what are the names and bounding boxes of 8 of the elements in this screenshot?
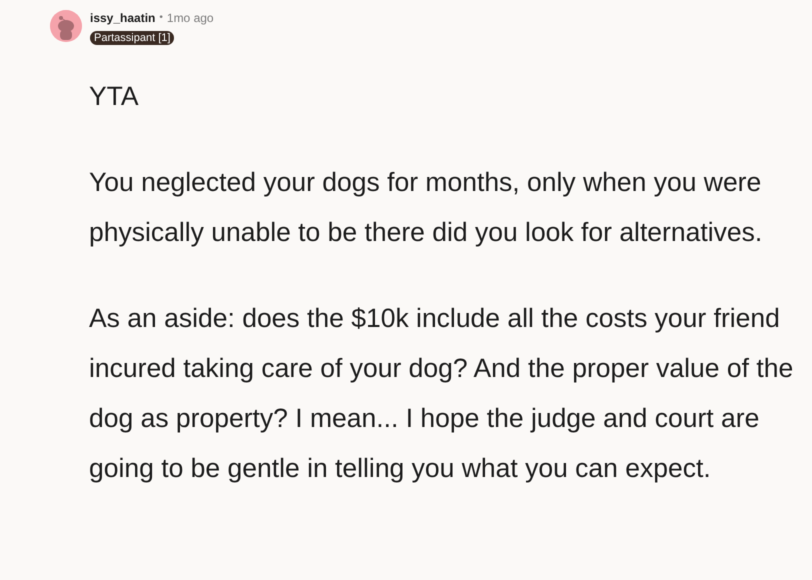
separator: • (159, 11, 163, 25)
user-flair: Partassipant [1] (90, 31, 174, 45)
comment-paragraph: As an aside: does the $10k include all the costs your friend incured taking care of your dog? And the proper value of the dog as property? I mean... I hope the judge and court are going to be gentle in telling you what you can expect. (89, 302, 794, 485)
timestamp: 1mo ago (166, 11, 214, 25)
avatar-icon[interactable] (50, 10, 82, 42)
comment-paragraph: You neglected your dogs for months, only when you were physically unable to be there did you look for alternatives. (89, 166, 764, 249)
username[interactable]: issy_haatin (90, 11, 156, 25)
comment-paragraph: YTA (89, 80, 140, 113)
